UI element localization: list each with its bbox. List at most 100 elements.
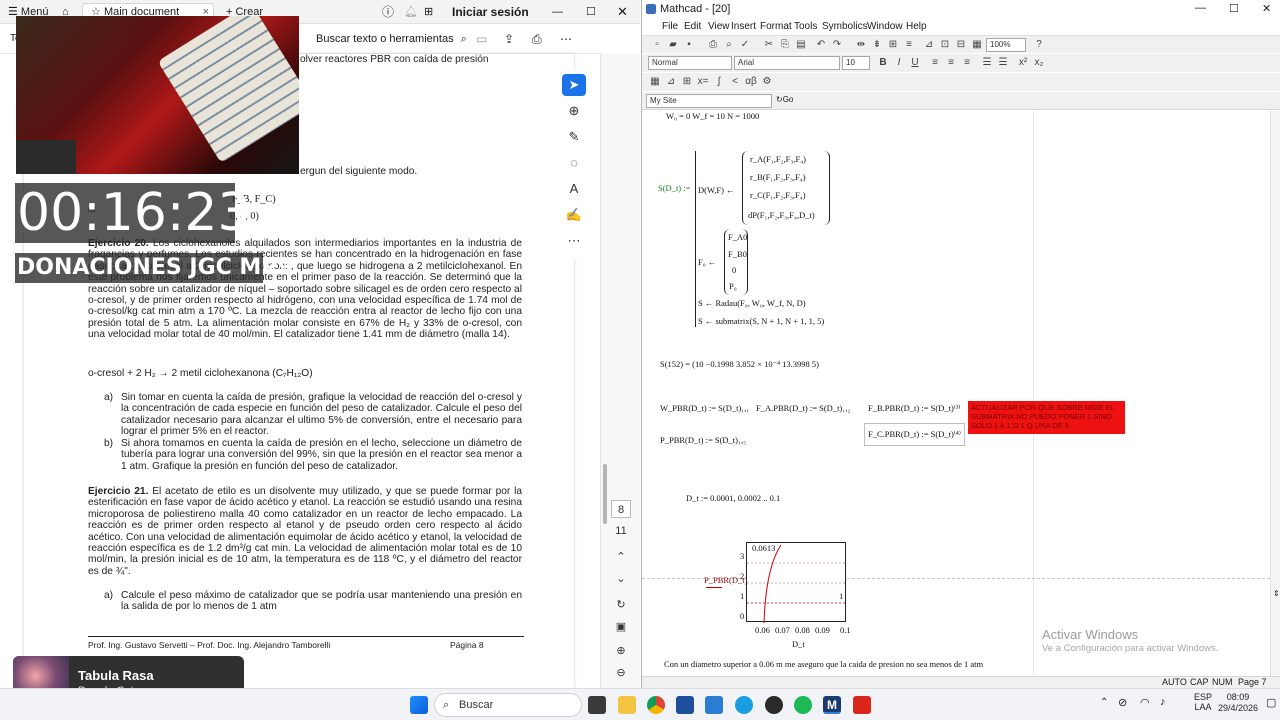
cursor-tool-icon[interactable]: ➤: [562, 74, 586, 96]
rotate-icon[interactable]: ↻: [611, 596, 631, 614]
paste-icon[interactable]: ▤: [794, 38, 808, 51]
calculator-icon[interactable]: ▦: [970, 38, 984, 51]
resource-icon[interactable]: ⊟: [954, 38, 968, 51]
evaluation-palette-icon[interactable]: x=: [696, 75, 710, 88]
italic-icon[interactable]: I: [892, 56, 906, 69]
s152-result[interactable]: S(152) = (10 −0.1998 3.852 × 10⁻⁴ 13.399…: [660, 359, 819, 370]
network-icon[interactable]: ⊘: [1118, 696, 1127, 709]
worksheet-scrollbar[interactable]: ⇕: [1270, 111, 1280, 677]
boolean-palette-icon[interactable]: <: [728, 75, 742, 88]
help-icon[interactable]: ?: [1032, 38, 1046, 51]
submatrix-call[interactable]: S ← submatrix(S, N + 1, N + 1, 1, 5): [698, 316, 824, 326]
calculus-palette-icon[interactable]: ∫: [712, 75, 726, 88]
print-icon[interactable]: ⎙: [532, 31, 542, 47]
zoom-out-icon[interactable]: ⊖: [611, 664, 631, 682]
zoom-in-icon[interactable]: ⊕: [611, 642, 631, 660]
subscript-icon[interactable]: x₂: [1032, 56, 1046, 69]
taskbar-search[interactable]: ⌕ Buscar: [434, 693, 582, 717]
w-pbr-definition[interactable]: W_PBR(D_t) := S(D_t)₁,₁: [660, 403, 749, 413]
symbolic-palette-icon[interactable]: ⚙: [760, 75, 774, 88]
upload-icon[interactable]: ⇪: [504, 31, 514, 47]
copy-icon[interactable]: ⎘: [778, 38, 792, 51]
zoom-tool-icon[interactable]: ⊕: [562, 100, 586, 122]
radau-call[interactable]: S ← Radau(F₀, W₀, W_f, N, D): [698, 298, 806, 308]
p-pbr-definition[interactable]: P_PBR(D_t) := S(D_t)₁,₅: [660, 435, 746, 445]
fb0[interactable]: F_B0: [728, 249, 747, 259]
f0-assignment[interactable]: F₀ ←: [698, 257, 716, 267]
bell-icon[interactable]: 🔔︎: [404, 4, 418, 20]
align-down-icon[interactable]: ⇟: [870, 38, 884, 51]
p0[interactable]: P₀: [729, 281, 737, 291]
fc-pbr-definition[interactable]: F_C.PBR(D_t) := S(D_t)⁽⁴⁾: [864, 423, 965, 446]
sign-in-button[interactable]: Iniciar sesión: [452, 4, 529, 20]
store-icon[interactable]: [676, 696, 694, 714]
close-window-icon[interactable]: ✕: [617, 4, 628, 20]
style-select[interactable]: Normal: [648, 56, 732, 70]
pen-tool-icon[interactable]: ✎: [562, 126, 586, 148]
page-number-input[interactable]: 8: [611, 500, 631, 518]
maximize-icon[interactable]: ☐: [1229, 2, 1239, 15]
close-window-icon[interactable]: ✕: [1262, 2, 1271, 15]
lasso-tool-icon[interactable]: ◌: [562, 152, 586, 174]
menu-view[interactable]: View: [708, 21, 730, 32]
acrobat-icon[interactable]: [853, 696, 871, 714]
more-options-icon[interactable]: ⋯: [560, 31, 572, 47]
page-up-icon[interactable]: ⌃: [611, 548, 631, 566]
spell-icon[interactable]: ✓: [738, 38, 752, 51]
new-icon[interactable]: ▫: [650, 38, 664, 51]
fb-pbr-definition[interactable]: F_B.PBR(D_t) := S(D_t)⁽³⁾: [868, 403, 961, 414]
text-select-icon[interactable]: A: [562, 178, 586, 200]
scrollbar-thumb[interactable]: [603, 464, 607, 524]
font-size-select[interactable]: 10: [842, 56, 870, 70]
menu-format[interactable]: Format: [760, 21, 792, 32]
outlook-icon[interactable]: [705, 696, 723, 714]
clock[interactable]: 08:09 29/4/2026: [1218, 692, 1258, 714]
insert-region-icon[interactable]: ⊞: [886, 38, 900, 51]
language-indicator[interactable]: ESP LAA: [1164, 692, 1212, 712]
apps-grid-icon[interactable]: ⊞: [424, 4, 433, 20]
redo-icon[interactable]: ↷: [830, 38, 844, 51]
rate-b[interactable]: r_B(F₁,F₂,F₃,F₄): [750, 172, 806, 182]
pressure-plot[interactable]: P_PBR(D_t) 0.0613 3 2 1 0 1 0.06 0.07 0.…: [694, 531, 864, 661]
align-center-icon[interactable]: ≡: [944, 56, 958, 69]
conclusion-text[interactable]: Con un diametro superior a 0.06 m me ase…: [664, 659, 1044, 669]
align-icon[interactable]: ⇹: [854, 38, 868, 51]
zero-entry[interactable]: 0: [732, 265, 736, 275]
bold-icon[interactable]: B: [876, 56, 890, 69]
menu-help[interactable]: Help: [906, 21, 927, 32]
obs-icon[interactable]: [765, 696, 783, 714]
fa0[interactable]: F_A0: [728, 232, 747, 242]
graph-palette-icon[interactable]: ⊿: [664, 75, 678, 88]
calculator-palette-icon[interactable]: ▦: [648, 75, 662, 88]
rate-c[interactable]: r_C(F₁,F₂,F₃,F₄): [750, 190, 806, 200]
fa-pbr-definition[interactable]: F_A.PBR(D_t) := S(D_t)₁,₂: [756, 403, 850, 413]
programming-palette-icon[interactable]: αβ: [744, 75, 758, 88]
mathcad-taskbar-icon[interactable]: M: [823, 696, 841, 714]
zoom-select[interactable]: 100%: [986, 38, 1026, 52]
bullets-icon[interactable]: ☰: [980, 56, 994, 69]
chrome-icon[interactable]: [647, 696, 665, 714]
site-select[interactable]: My Site: [646, 94, 772, 108]
open-icon[interactable]: ▰: [666, 38, 680, 51]
go-button[interactable]: ↻Go: [776, 95, 793, 104]
pressure-drop[interactable]: dP(F₁,F₂,F₃,F₄,D_t): [748, 210, 815, 220]
d-function-line[interactable]: D(W,F) ←: [698, 185, 735, 195]
init-definitions[interactable]: W₀ = 0 W_f = 10 N = 1000: [666, 111, 759, 121]
page-down-icon[interactable]: ⌄: [611, 570, 631, 588]
component-icon[interactable]: ⊡: [938, 38, 952, 51]
notification-icon[interactable]: ▢: [1266, 696, 1276, 709]
tray-chevron-icon[interactable]: ⌃: [1100, 697, 1108, 708]
file-explorer-icon[interactable]: [618, 696, 636, 714]
print-icon[interactable]: ⎙: [706, 38, 720, 51]
underline-icon[interactable]: U: [908, 56, 922, 69]
matrix-palette-icon[interactable]: ⊞: [680, 75, 694, 88]
menu-window[interactable]: Window: [867, 21, 903, 32]
calc-icon[interactable]: ≡: [902, 38, 916, 51]
numbering-icon[interactable]: ☰: [996, 56, 1010, 69]
superscript-icon[interactable]: x²: [1016, 56, 1030, 69]
help-icon[interactable]: ⓘ: [382, 4, 394, 20]
page-fit-icon[interactable]: ▣: [611, 618, 631, 636]
s-function-definition[interactable]: S(D_t) :=: [658, 183, 690, 193]
menu-insert[interactable]: Insert: [731, 21, 756, 32]
more-tools-icon[interactable]: ⋯: [562, 230, 586, 252]
